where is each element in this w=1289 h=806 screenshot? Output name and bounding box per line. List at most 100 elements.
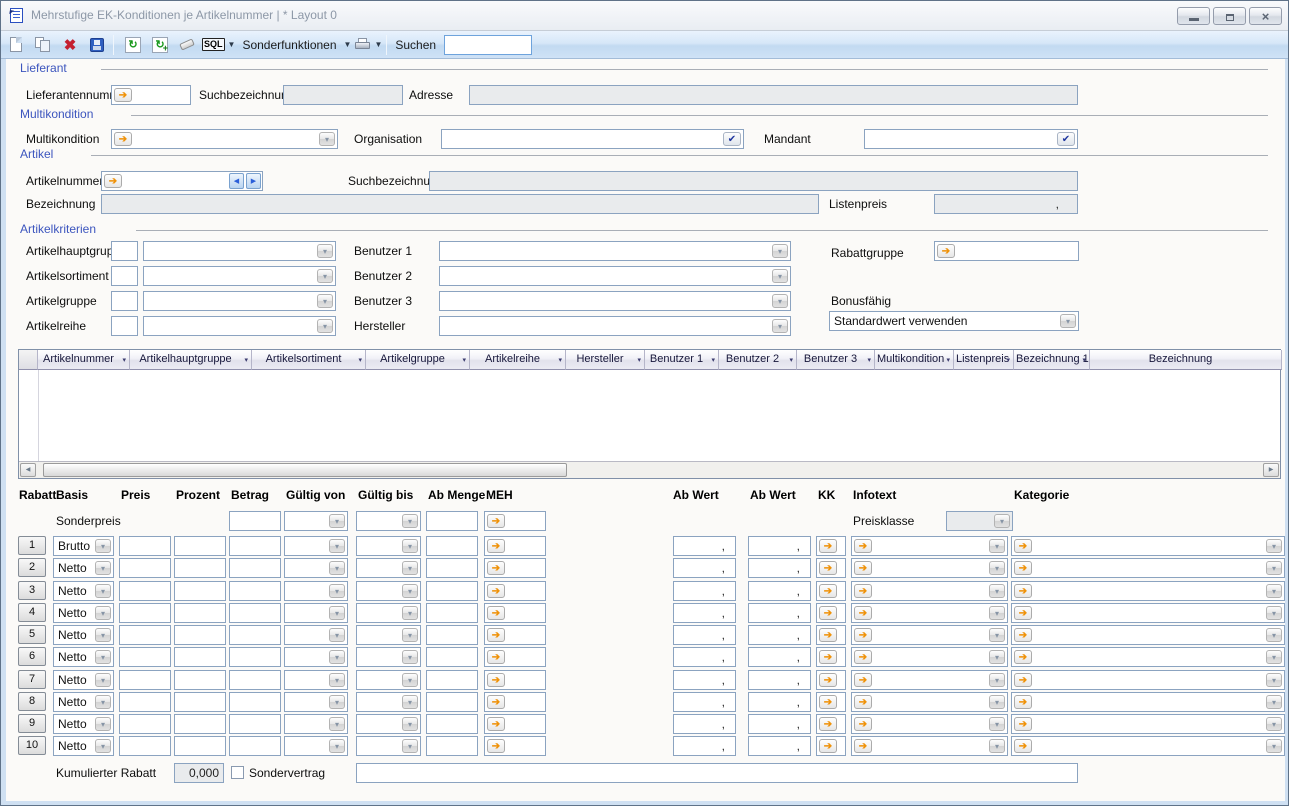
lookup-arrow-icon[interactable]: ➔ — [487, 650, 505, 664]
chevron-down-icon[interactable]: ▾ — [1006, 356, 1010, 364]
gueltig-bis-combo[interactable]: ▾ — [356, 647, 421, 667]
lookup-arrow-icon[interactable]: ➔ — [1014, 695, 1032, 709]
gueltig-bis-combo[interactable]: ▾ — [356, 603, 421, 623]
kriterien-combo[interactable]: ▾ — [143, 291, 336, 311]
meh-input[interactable]: ➔ — [484, 625, 546, 645]
chevron-down-icon[interactable]: ▾ — [122, 356, 126, 364]
chevron-down-icon[interactable]: ▾ — [772, 319, 788, 333]
row-number-button[interactable]: 9 — [18, 714, 46, 733]
gueltig-bis-combo[interactable]: ▾ — [356, 536, 421, 556]
chevron-down-icon[interactable]: ▾ — [329, 539, 345, 553]
chevron-down-icon[interactable]: ▾ — [989, 628, 1005, 642]
chevron-down-icon[interactable]: ▾ — [95, 606, 111, 620]
gueltig-bis-combo[interactable]: ▾ — [356, 625, 421, 645]
chevron-down-icon[interactable]: ▾ — [1266, 717, 1282, 731]
gueltig-von-combo[interactable]: ▾ — [284, 670, 348, 690]
chevron-down-icon[interactable]: ▾ — [317, 244, 333, 258]
sql-button[interactable]: SQL▼ — [202, 33, 235, 57]
gueltig-von-combo[interactable]: ▾ — [284, 558, 348, 578]
grid-column-header-11[interactable]: Listenpreis▾ — [954, 350, 1014, 370]
eraser-button[interactable] — [175, 33, 199, 57]
chevron-down-icon[interactable]: ▾ — [989, 561, 1005, 575]
infotext-combo[interactable]: ➔▾ — [851, 558, 1008, 578]
grid-column-header-4[interactable]: Artikelgruppe▾ — [366, 350, 470, 370]
lookup-arrow-icon[interactable]: ➔ — [487, 584, 505, 598]
chevron-down-icon[interactable]: ▾ — [1266, 673, 1282, 687]
ab-wert-2-input[interactable]: , — [748, 714, 811, 734]
sonderpreis-betrag-input[interactable] — [229, 511, 281, 531]
lookup-arrow-icon[interactable]: ➔ — [854, 628, 872, 642]
chevron-down-icon[interactable]: ▾ — [1266, 584, 1282, 598]
preis-input[interactable] — [119, 625, 171, 645]
sondervertrag-text-input[interactable] — [356, 763, 1078, 783]
kategorie-combo[interactable]: ➔▾ — [1011, 714, 1285, 734]
kriterien-code-input[interactable] — [111, 291, 138, 311]
ab-wert-2-input[interactable]: , — [748, 736, 811, 756]
lookup-arrow-icon[interactable]: ➔ — [819, 561, 837, 575]
kriterien-code-input[interactable] — [111, 316, 138, 336]
meh-input[interactable]: ➔ — [484, 647, 546, 667]
lookup-arrow-icon[interactable]: ➔ — [854, 561, 872, 575]
ab-wert-2-input[interactable]: , — [748, 692, 811, 712]
grid-column-header-12[interactable]: Bezeichnung 1▾ — [1014, 350, 1090, 370]
grid-column-header-2[interactable]: Artikelhauptgruppe▾ — [130, 350, 252, 370]
gueltig-bis-combo[interactable]: ▾ — [356, 558, 421, 578]
grid-column-header-3[interactable]: Artikelsortiment▾ — [252, 350, 366, 370]
chevron-down-icon[interactable]: ▾ — [402, 628, 418, 642]
chevron-down-icon[interactable]: ▾ — [402, 739, 418, 753]
lookup-arrow-icon[interactable]: ➔ — [819, 628, 837, 642]
kk-input[interactable]: ➔ — [816, 625, 846, 645]
lookup-arrow-icon[interactable]: ➔ — [854, 650, 872, 664]
chevron-down-icon[interactable]: ▾ — [329, 628, 345, 642]
betrag-input[interactable] — [229, 670, 281, 690]
lookup-arrow-icon[interactable]: ➔ — [487, 673, 505, 687]
chevron-down-icon[interactable]: ▾ — [329, 584, 345, 598]
grid-column-header-8[interactable]: Benutzer 2▾ — [719, 350, 797, 370]
ab-wert-1-input[interactable]: , — [673, 692, 736, 712]
lookup-arrow-icon[interactable]: ➔ — [1014, 628, 1032, 642]
ab-menge-input[interactable] — [426, 603, 478, 623]
lookup-arrow-icon[interactable]: ➔ — [1014, 673, 1032, 687]
kategorie-combo[interactable]: ➔▾ — [1011, 647, 1285, 667]
close-button[interactable]: × — [1249, 7, 1282, 25]
kriterien-combo[interactable]: ▾ — [143, 316, 336, 336]
copy-button[interactable] — [31, 33, 55, 57]
betrag-input[interactable] — [229, 558, 281, 578]
basis-combo[interactable]: Netto▾ — [53, 603, 114, 623]
gueltig-von-combo[interactable]: ▾ — [284, 714, 348, 734]
ab-menge-input[interactable] — [426, 670, 478, 690]
chevron-down-icon[interactable]: ▾ — [402, 606, 418, 620]
ab-wert-2-input[interactable]: , — [748, 625, 811, 645]
kriterien-mid-combo[interactable]: ▾ — [439, 291, 791, 311]
chevron-down-icon[interactable]: ▾ — [317, 269, 333, 283]
chevron-down-icon[interactable]: ▾ — [402, 695, 418, 709]
kk-input[interactable]: ➔ — [816, 670, 846, 690]
chevron-down-icon[interactable]: ▾ — [772, 244, 788, 258]
gueltig-von-combo[interactable]: ▾ — [284, 603, 348, 623]
artikelnummer-input[interactable]: ➔ ◀ ▶ — [101, 171, 263, 191]
preis-input[interactable] — [119, 581, 171, 601]
ab-menge-input[interactable] — [426, 581, 478, 601]
lookup-arrow-icon[interactable]: ➔ — [487, 539, 505, 553]
grid-column-header-9[interactable]: Benutzer 3▾ — [797, 350, 875, 370]
rabattgruppe-input[interactable]: ➔ — [934, 241, 1079, 261]
chevron-down-icon[interactable]: ▾ — [95, 584, 111, 598]
print-button[interactable]: ▼ — [354, 33, 382, 57]
row-number-button[interactable]: 3 — [18, 581, 46, 600]
lookup-arrow-icon[interactable]: ➔ — [1014, 584, 1032, 598]
minimize-button[interactable] — [1177, 7, 1210, 25]
lookup-arrow-icon[interactable]: ➔ — [937, 244, 955, 258]
scroll-left-icon[interactable]: ◀ — [20, 463, 36, 477]
basis-combo[interactable]: Netto▾ — [53, 670, 114, 690]
chevron-down-icon[interactable]: ▾ — [319, 132, 335, 146]
ab-menge-input[interactable] — [426, 536, 478, 556]
ab-wert-2-input[interactable]: , — [748, 536, 811, 556]
check-icon[interactable]: ✔ — [1057, 132, 1075, 146]
lookup-arrow-icon[interactable]: ➔ — [819, 539, 837, 553]
ab-wert-1-input[interactable]: , — [673, 581, 736, 601]
kategorie-combo[interactable]: ➔▾ — [1011, 692, 1285, 712]
infotext-combo[interactable]: ➔▾ — [851, 625, 1008, 645]
ab-wert-1-input[interactable]: , — [673, 647, 736, 667]
betrag-input[interactable] — [229, 625, 281, 645]
next-record-button[interactable]: ▶ — [246, 173, 261, 189]
